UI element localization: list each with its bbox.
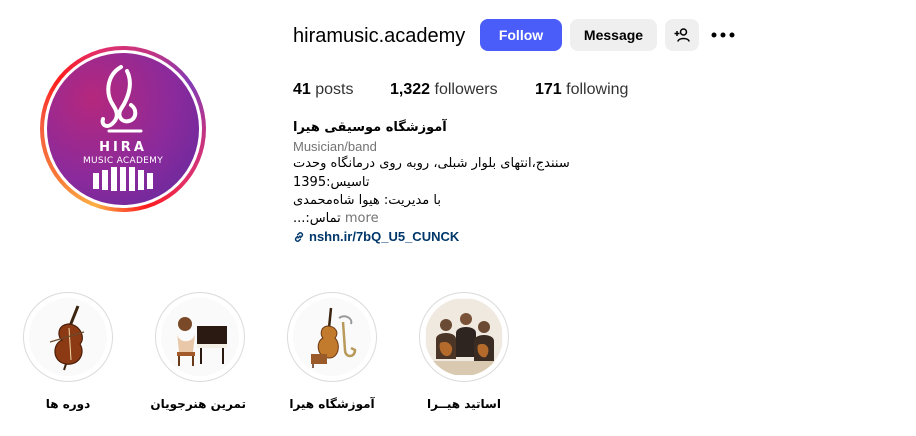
highlight-ring (419, 292, 509, 382)
highlight-courses[interactable]: دوره ها (22, 292, 114, 411)
more-icon (711, 32, 735, 38)
highlight-cover (27, 296, 109, 378)
bio-link-text: nshn.ir/7bQ_U5_CUNCK (309, 229, 460, 244)
posts-stat: 41 posts (293, 81, 354, 99)
bio-category: Musician/band (293, 139, 377, 154)
bio-external-link[interactable]: nshn.ir/7bQ_U5_CUNCK (293, 229, 459, 244)
highlight-ring (155, 292, 245, 382)
highlight-ring (23, 292, 113, 382)
avatar: HIRA MUSIC ACADEMY (47, 53, 199, 205)
highlight-teachers[interactable]: اساتید هیــرا (418, 292, 510, 411)
highlight-label: تمرین هنرجویان (150, 397, 246, 411)
highlight-ring (287, 292, 377, 382)
message-button[interactable]: Message (570, 19, 657, 51)
highlight-cover (159, 296, 241, 378)
instruments-icon (311, 307, 357, 368)
following-label: following (566, 81, 629, 98)
followers-stat[interactable]: 1,322 followers (390, 81, 498, 99)
orchestra-icon (426, 299, 502, 375)
bio-line-founded: تاسیس:1395 (293, 175, 370, 190)
followers-count: 1,322 (390, 81, 431, 98)
suggested-accounts-button[interactable] (665, 19, 699, 51)
highlight-label: آموزشگاه هیرا (289, 397, 375, 411)
highlight-label: اساتید هیــرا (427, 397, 501, 411)
link-icon (294, 231, 304, 242)
following-stat[interactable]: 171 following (535, 81, 628, 99)
bio-line-address: سنندج،انتهای بلوار شبلی، روبه روی درمانگ… (293, 156, 570, 171)
bio-line-contact: تماس:... more (293, 211, 379, 226)
posts-count: 41 (293, 81, 311, 98)
bio-more-link[interactable]: more (345, 211, 379, 226)
avatar-border: HIRA MUSIC ACADEMY (44, 50, 202, 208)
highlight-label: دوره ها (45, 397, 91, 411)
hira-logo-icon (93, 65, 153, 191)
logo-hira-text: HIRA (99, 140, 147, 155)
profile-username: hiramusic.academy (293, 25, 466, 47)
bio-line-manager: با مدیریت: هیوا شاه‌محمدی (293, 193, 441, 208)
bio-full-name: آموزشگاه موسیقی هیرا (293, 120, 447, 135)
profile-avatar-ring[interactable]: HIRA MUSIC ACADEMY (40, 46, 206, 212)
follow-button[interactable]: Follow (480, 19, 562, 51)
highlight-student-practice[interactable]: تمرین هنرجویان (150, 292, 246, 411)
more-options-button[interactable] (709, 25, 737, 45)
posts-label: posts (315, 81, 354, 98)
following-count: 171 (535, 81, 562, 98)
add-user-icon (674, 28, 690, 42)
piano-student-icon (177, 317, 227, 366)
logo-subtitle-text: MUSIC ACADEMY (82, 156, 164, 166)
double-bass-icon (49, 305, 85, 371)
followers-label: followers (434, 81, 498, 98)
highlight-cover (291, 296, 373, 378)
highlight-cover (423, 296, 505, 378)
highlight-academy[interactable]: آموزشگاه هیرا (286, 292, 378, 411)
bio-contact-text: تماس:... (293, 211, 341, 226)
